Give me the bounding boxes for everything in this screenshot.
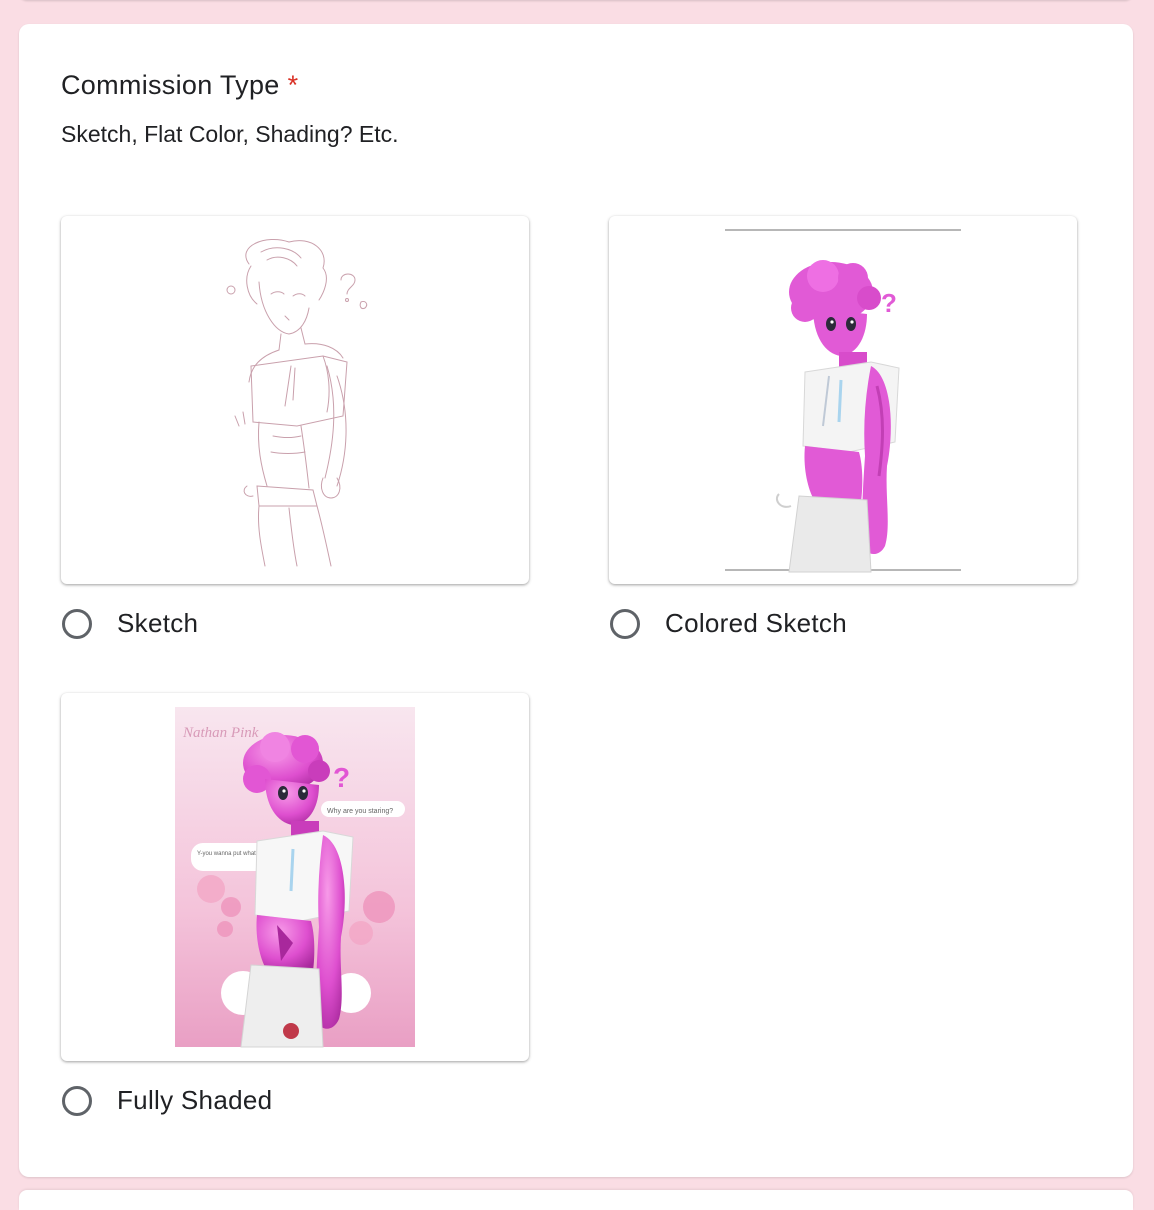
svg-text:?: ? (881, 288, 897, 318)
radio-button-colored-sketch[interactable] (610, 609, 640, 639)
option-row-fully-shaded[interactable]: Fully Shaded (61, 1085, 531, 1125)
radio-button-fully-shaded[interactable] (62, 1086, 92, 1116)
option-image-sketch[interactable] (61, 216, 529, 584)
option-image-colored-sketch[interactable]: ? (609, 216, 1077, 584)
signature-text: Nathan Pink (182, 725, 259, 741)
svg-text:?: ? (333, 762, 350, 793)
option-label-sketch[interactable]: Sketch (117, 608, 198, 639)
option-fully-shaded[interactable]: Nathan Pink Why are you staring? Y-you w… (61, 693, 531, 1125)
fully-shaded-illustration: Nathan Pink Why are you staring? Y-you w… (175, 707, 415, 1048)
pencil-sketch-illustration (226, 238, 368, 567)
option-label-colored-sketch[interactable]: Colored Sketch (665, 608, 847, 639)
question-title-text: Commission Type (61, 70, 280, 100)
option-row-colored-sketch[interactable]: Colored Sketch (609, 608, 1079, 648)
option-sketch[interactable]: Sketch (61, 216, 531, 648)
next-card-edge (19, 1190, 1133, 1210)
radio-button-sketch[interactable] (62, 609, 92, 639)
question-description: Sketch, Flat Color, Shading? Etc. (61, 121, 399, 147)
speech-bubble-right: Why are you staring? (327, 808, 393, 815)
flat-color-illustration: ? (725, 229, 961, 573)
option-row-sketch[interactable]: Sketch (61, 608, 531, 648)
option-label-fully-shaded[interactable]: Fully Shaded (117, 1085, 272, 1116)
option-image-fully-shaded[interactable]: Nathan Pink Why are you staring? Y-you w… (61, 693, 529, 1061)
option-colored-sketch[interactable]: ? Colored Sketch (609, 216, 1079, 648)
required-asterisk: * (287, 70, 299, 100)
question-title: Commission Type * (61, 70, 298, 101)
question-card: Commission Type * Sketch, Flat Color, Sha… (19, 24, 1133, 1177)
